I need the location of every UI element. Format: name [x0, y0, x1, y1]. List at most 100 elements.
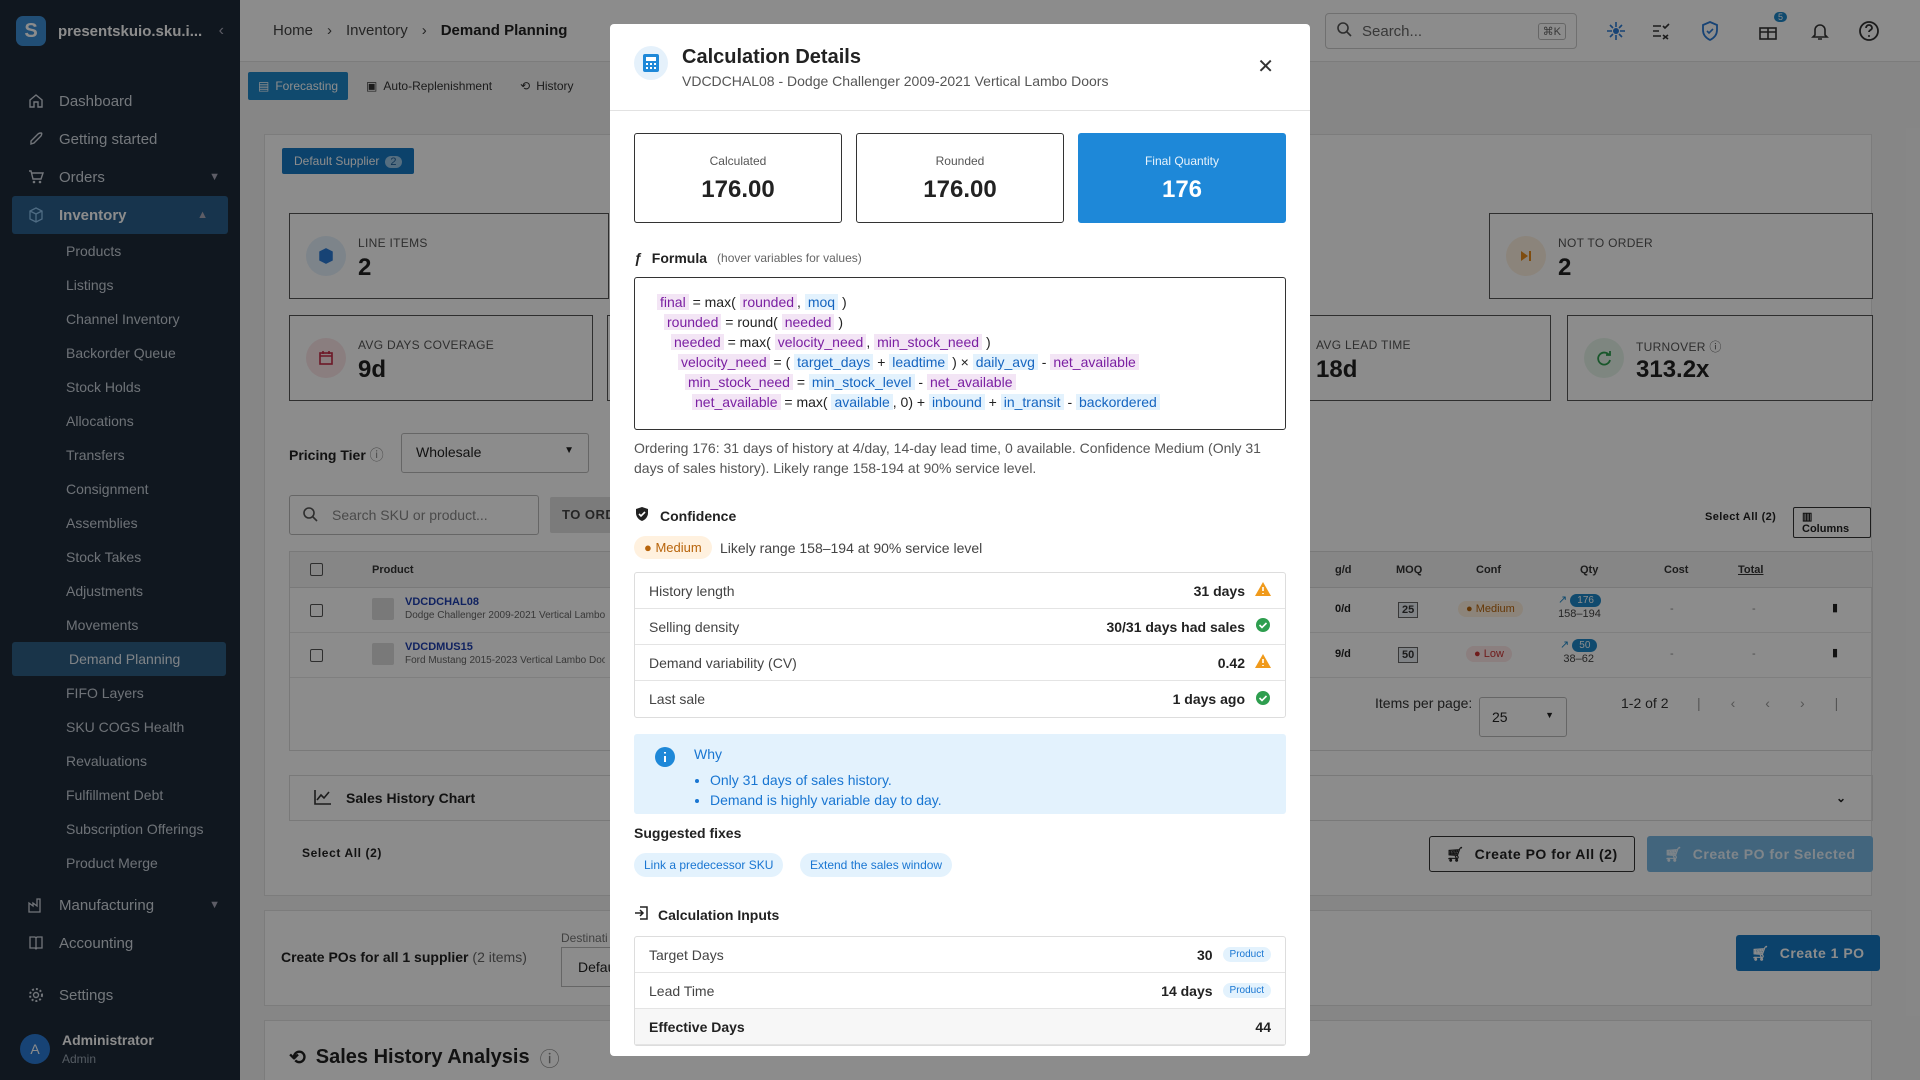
input-label: Effective Days [649, 1018, 745, 1035]
formula-var[interactable]: moq [804, 294, 839, 310]
formula-var[interactable]: daily_avg [972, 354, 1038, 370]
calculation-inputs: Target Days 30 Product Lead Time 14 days Pro… [634, 936, 1286, 1046]
suggested-fixes-title: Suggested fixes [634, 825, 742, 841]
formula-var[interactable]: min_stock_level [808, 374, 915, 390]
formula-box: final = max( rounded, moq ) rounded = ro… [634, 277, 1286, 430]
final-quantity-box: Final Quantity 176 [1078, 133, 1286, 223]
source-tag: Product [1222, 947, 1271, 962]
shield-check-icon [634, 506, 650, 525]
summary-value: 176 [1161, 176, 1203, 203]
summary-label: Final Quantity [1144, 154, 1220, 168]
why-callout: Why Only 31 days of sales history. Deman… [634, 734, 1286, 814]
dialog-header: Calculation Details VDCDCHAL08 - Dodge C… [634, 46, 1108, 89]
formula-var[interactable]: leadtime [889, 354, 949, 370]
input-label: Target Days [649, 946, 724, 963]
formula-op: , [866, 334, 871, 350]
formula-var[interactable]: available [831, 394, 893, 410]
dialog-subtitle: VDCDCHAL08 - Dodge Challenger 2009-2021 … [682, 73, 1109, 89]
formula-var[interactable]: backordered [1076, 394, 1160, 410]
formula-op: + [877, 354, 886, 370]
confidence-heading: Confidence [634, 506, 736, 525]
formula-var[interactable]: rounded [664, 314, 722, 330]
formula-op: , 0) + [892, 394, 926, 410]
formula-var[interactable]: in_transit [1000, 394, 1064, 410]
check-row: Demand variability (CV) 0.42 [635, 645, 1285, 681]
formula-var[interactable]: min_stock_need [685, 374, 793, 390]
formula-hint: (hover variables for values) [717, 251, 862, 265]
login-icon [634, 906, 648, 923]
formula-var[interactable]: net_available [926, 374, 1016, 390]
formula-op: = ( [773, 354, 791, 370]
formula-op: - [1067, 394, 1073, 410]
summary-value: 176.00 [701, 176, 775, 203]
formula-line: rounded = round( needed ) [649, 312, 1271, 332]
formula-var[interactable]: target_days [794, 354, 874, 370]
fix-link-predecessor[interactable]: Link a predecessor SKU [634, 853, 784, 877]
warning-icon [1255, 582, 1271, 599]
input-value: 14 days [1161, 982, 1213, 999]
formula-var[interactable]: needed [671, 334, 724, 350]
divider [610, 110, 1310, 111]
formula-op: ) [838, 314, 843, 330]
formula-var[interactable]: net_available [1050, 354, 1139, 370]
formula-op: - [918, 374, 924, 390]
formula-var[interactable]: net_available [692, 394, 781, 410]
confidence-checks: History length 31 days Selling density 30/… [634, 572, 1286, 718]
check-circle-icon [1255, 690, 1271, 709]
formula-var[interactable]: velocity_need [678, 354, 770, 370]
check-value: 31 days [1193, 582, 1245, 599]
warning-icon [1255, 654, 1271, 671]
formula-var[interactable]: final [657, 294, 689, 310]
summary-value: 176.00 [923, 176, 997, 203]
summary-label: Calculated [709, 154, 767, 168]
calculated-box: Calculated 176.00 [634, 133, 842, 223]
formula-op: - [1041, 354, 1047, 370]
check-row: History length 31 days [635, 573, 1285, 609]
calculation-explanation: Ordering 176: 31 days of history at 4/da… [634, 440, 1261, 476]
check-row: Last sale 1 days ago [635, 681, 1285, 717]
formula-var[interactable]: rounded [739, 294, 798, 310]
input-row: Effective Days 44 [635, 1009, 1285, 1045]
formula-var[interactable]: min_stock_need [874, 334, 983, 350]
formula-op: = round( [725, 314, 778, 330]
formula-var[interactable]: needed [781, 314, 835, 330]
calculation-inputs-heading: Calculation Inputs [634, 906, 779, 923]
why-title: Why [694, 746, 722, 762]
why-item: Only 31 days of sales history. [710, 770, 942, 790]
formula-line: final = max( rounded, moq ) [649, 292, 1271, 312]
formula-op: = max( [727, 334, 771, 350]
formula-op: ) [841, 294, 847, 310]
check-label: Demand variability (CV) [649, 654, 797, 671]
dialog-title: Calculation Details [682, 46, 861, 68]
close-icon[interactable]: ✕ [1257, 54, 1274, 79]
check-label: Last sale [649, 691, 706, 707]
check-value: 0.42 [1217, 654, 1245, 671]
check-row: Selling density 30/31 days had sales [635, 609, 1285, 645]
inputs-title: Calculation Inputs [658, 906, 780, 923]
formula-var[interactable]: inbound [928, 394, 985, 410]
check-label: History length [649, 582, 735, 599]
input-row: Target Days 30 Product [635, 937, 1285, 973]
formula-op: ) [985, 334, 991, 350]
why-item: Demand is highly variable day to day. [710, 790, 942, 810]
formula-line: min_stock_need = min_stock_level - net_a… [649, 372, 1271, 392]
check-circle-icon [1255, 617, 1271, 636]
confidence-range: Likely range 158–194 at 90% service leve… [720, 540, 983, 556]
input-value: 30 [1196, 946, 1213, 963]
formula-line: net_available = max( available, 0) + inb… [649, 392, 1271, 412]
input-row: Lead Time 14 days Product [635, 973, 1285, 1009]
source-tag: Product [1222, 983, 1271, 998]
why-list: Only 31 days of sales history. Demand is… [710, 770, 942, 810]
formula-title: Formula [651, 250, 708, 266]
formula-op: , [797, 294, 801, 310]
formula-heading: ƒ Formula (hover variables for values) [634, 250, 862, 266]
fix-extend-window[interactable]: Extend the sales window [800, 853, 953, 877]
formula-var[interactable]: velocity_need [774, 334, 867, 350]
formula-line: needed = max( velocity_need, min_stock_n… [649, 332, 1271, 352]
rounded-box: Rounded 176.00 [856, 133, 1064, 223]
info-icon [654, 746, 676, 771]
formula-op: ) × [952, 354, 969, 370]
formula-line: velocity_need = ( target_days + leadtime… [649, 352, 1271, 372]
formula-op: = max( [692, 294, 736, 310]
confidence-title: Confidence [660, 507, 737, 524]
